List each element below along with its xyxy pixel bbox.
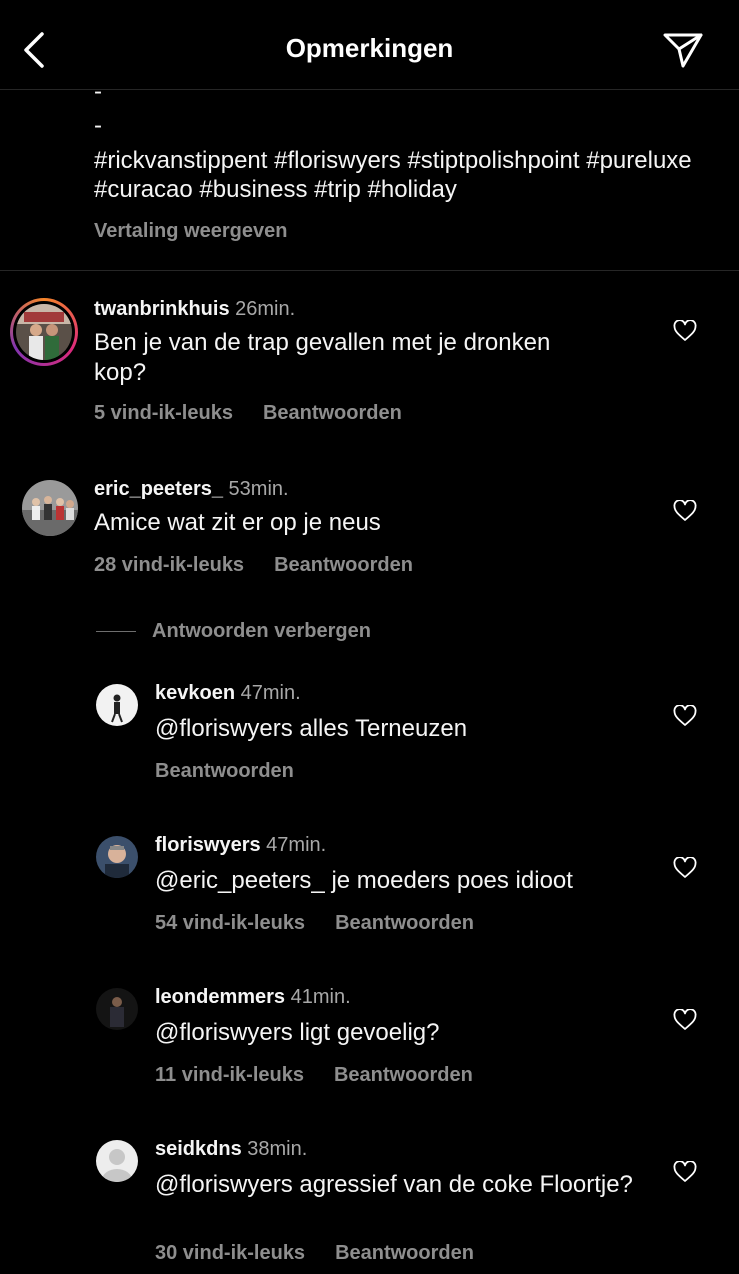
share-button[interactable] <box>661 28 705 72</box>
comment-actions: 30 vind-ik-leuks Beantwoorden <box>155 1242 504 1265</box>
username[interactable]: seidkdns <box>155 1138 242 1160</box>
comment-text: Amice wat zit er op je neus <box>94 509 381 536</box>
reply-button[interactable]: Beantwoorden <box>155 760 294 782</box>
reply-item: seidkdns 38min. @floriswyers agressief v… <box>0 1136 739 1274</box>
comment-text: @floriswyers agressief van de coke Floor… <box>155 1171 633 1198</box>
page-title: Opmerkingen <box>285 33 454 63</box>
avatar[interactable] <box>96 684 138 726</box>
comment-actions: 28 vind-ik-leuks Beantwoorden <box>94 554 443 577</box>
username[interactable]: eric_peeters_ <box>94 478 223 500</box>
heart-icon[interactable] <box>673 1009 697 1031</box>
username[interactable]: twanbrinkhuis <box>94 298 230 320</box>
comment-meta: leondemmers 41min. <box>155 986 351 1009</box>
likes-count[interactable]: 11 vind-ik-leuks <box>155 1064 304 1086</box>
comment-meta: twanbrinkhuis 26min. <box>94 298 295 321</box>
comment-actions: 11 vind-ik-leuks Beantwoorden <box>155 1064 503 1087</box>
timestamp: 53min. <box>228 478 289 500</box>
heart-icon[interactable] <box>673 320 697 342</box>
timestamp: 47min. <box>266 834 327 856</box>
comment-text: @floriswyers ligt gevoelig? <box>155 1019 440 1046</box>
comment-actions: Beantwoorden <box>155 760 324 783</box>
reply-item: kevkoen 47min. @floriswyers alles Terneu… <box>0 680 739 790</box>
hide-replies-label: Antwoorden verbergen <box>152 619 371 642</box>
translate-link[interactable]: Vertaling weergeven <box>94 220 287 243</box>
heart-icon[interactable] <box>673 500 697 522</box>
caption-line: - <box>94 112 102 139</box>
comment-text: @floriswyers alles Terneuzen <box>155 715 468 742</box>
avatar[interactable] <box>96 836 138 878</box>
likes-count[interactable]: 5 vind-ik-leuks <box>94 402 233 424</box>
comment-item: eric_peeters_ 53min. Amice wat zit er op… <box>0 472 739 592</box>
comment-actions: 54 vind-ik-leuks Beantwoorden <box>155 912 504 935</box>
hide-replies-button[interactable]: Antwoorden verbergen <box>96 618 371 644</box>
likes-count[interactable]: 54 vind-ik-leuks <box>155 912 305 934</box>
comment-meta: kevkoen 47min. <box>155 682 301 705</box>
comment-actions: 5 vind-ik-leuks Beantwoorden <box>94 402 432 425</box>
header: Opmerkingen <box>0 0 739 90</box>
reply-button[interactable]: Beantwoorden <box>263 402 402 424</box>
reply-button[interactable]: Beantwoorden <box>334 1064 473 1086</box>
avatar[interactable] <box>96 988 138 1030</box>
comment-text: Ben je van de trap gevallen met je dronk… <box>94 329 551 386</box>
timestamp: 38min. <box>247 1138 308 1160</box>
comment-item: twanbrinkhuis 26min. Ben je van de trap … <box>0 290 739 440</box>
post-caption: - - #rickvanstippent #floriswyers #stipt… <box>0 78 739 271</box>
username[interactable]: kevkoen <box>155 682 235 704</box>
timestamp: 41min. <box>290 986 351 1008</box>
divider <box>96 630 136 632</box>
timestamp: 26min. <box>235 298 296 320</box>
paper-plane-icon <box>663 33 703 68</box>
timestamp: 47min. <box>240 682 301 704</box>
likes-count[interactable]: 28 vind-ik-leuks <box>94 554 244 576</box>
comment-meta: seidkdns 38min. <box>155 1138 307 1161</box>
reply-button[interactable]: Beantwoorden <box>335 1242 474 1264</box>
avatar[interactable] <box>22 480 78 536</box>
username[interactable]: leondemmers <box>155 986 285 1008</box>
reply-item: leondemmers 41min. @floriswyers ligt gev… <box>0 984 739 1094</box>
reply-button[interactable]: Beantwoorden <box>274 554 413 576</box>
heart-icon[interactable] <box>673 705 697 727</box>
heart-icon[interactable] <box>673 1161 697 1183</box>
comment-meta: floriswyers 47min. <box>155 834 326 857</box>
caption-line: - <box>94 78 102 105</box>
avatar[interactable] <box>96 1140 138 1182</box>
comment-text: @eric_peeters_ je moeders poes idioot <box>155 867 573 894</box>
username[interactable]: floriswyers <box>155 834 261 856</box>
likes-count[interactable]: 30 vind-ik-leuks <box>155 1242 305 1264</box>
comment-meta: eric_peeters_ 53min. <box>94 478 289 501</box>
heart-icon[interactable] <box>673 857 697 879</box>
avatar[interactable] <box>10 298 78 366</box>
caption-hashtags[interactable]: #rickvanstippent #floriswyers #stiptpoli… <box>94 146 694 204</box>
reply-item: floriswyers 47min. @eric_peeters_ je moe… <box>0 832 739 942</box>
reply-button[interactable]: Beantwoorden <box>335 912 474 934</box>
